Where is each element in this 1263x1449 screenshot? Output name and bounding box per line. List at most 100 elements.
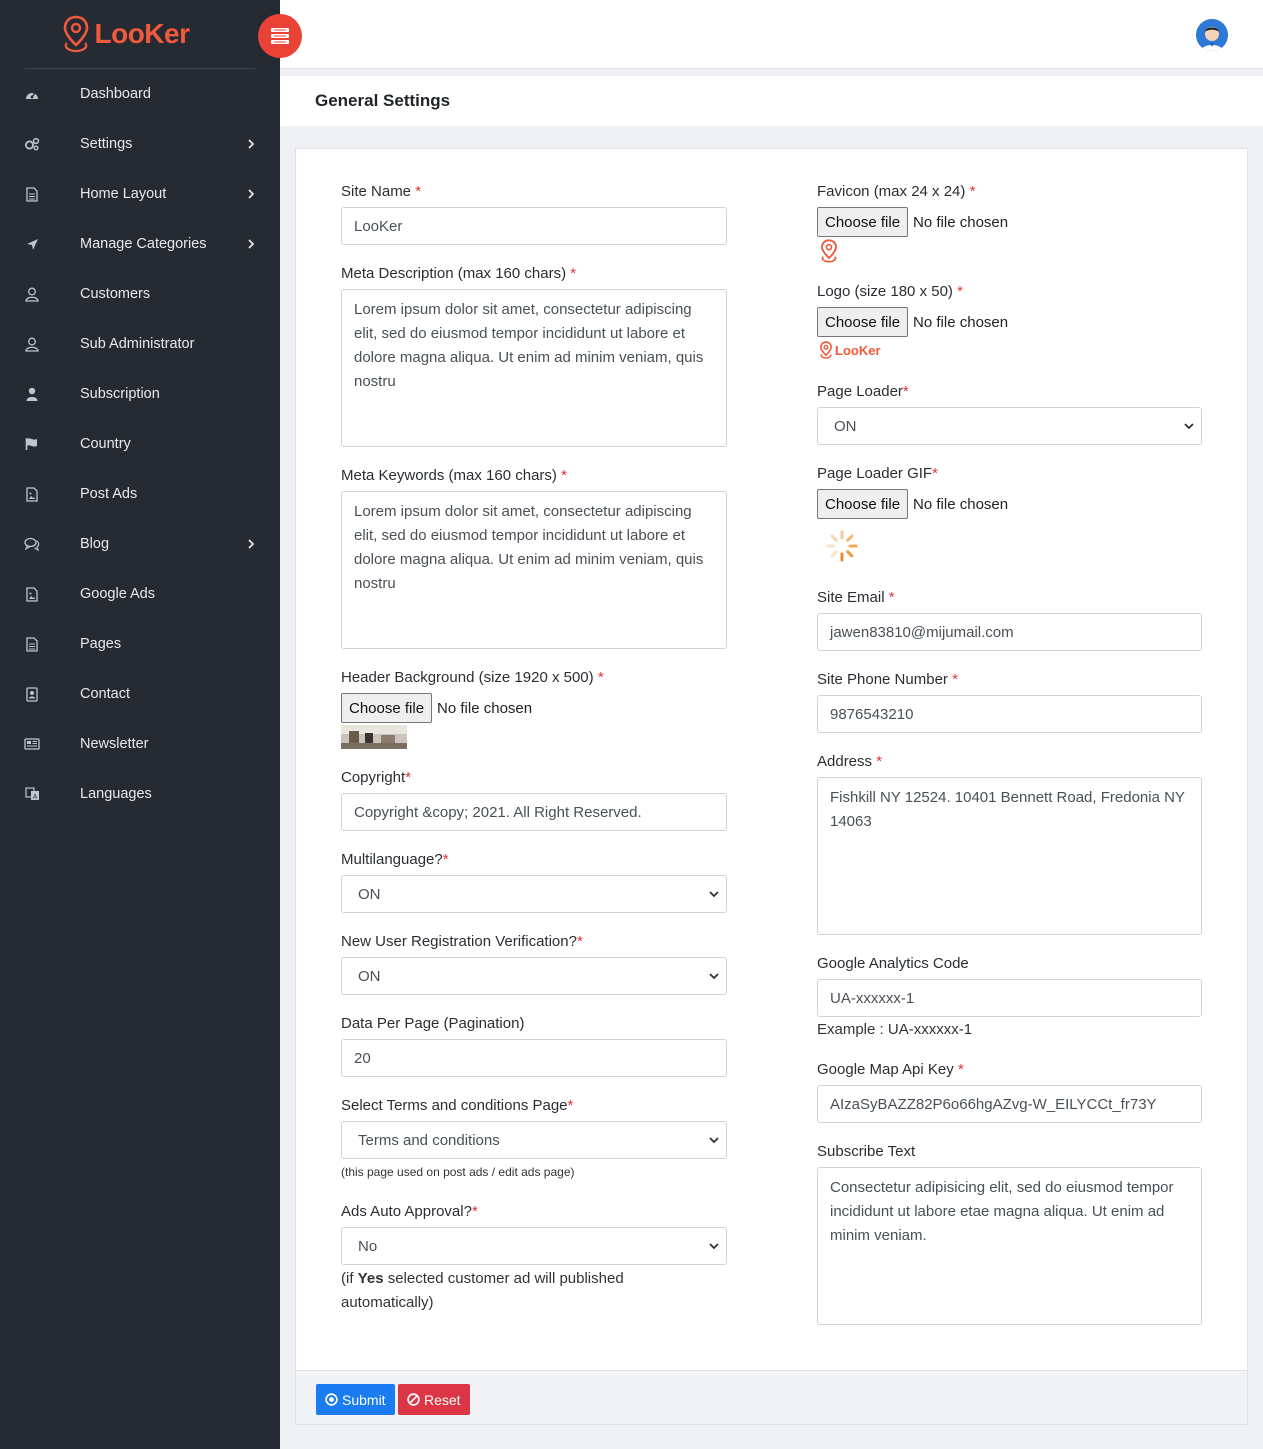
new-user-verification-label: New User Registration Verification? xyxy=(341,933,577,950)
general-settings-form: Site Name * LooKer Meta Description (max… xyxy=(295,148,1248,1425)
help-prefix: (if xyxy=(341,1270,358,1287)
meta-keywords-textarea[interactable]: Lorem ipsum dolor sit amet, consectetur … xyxy=(341,491,727,649)
location-arrow-icon xyxy=(24,236,40,252)
sidebar-item-contact[interactable]: Contact xyxy=(0,669,280,719)
sidebar-item-blog[interactable]: Blog xyxy=(0,519,280,569)
required-mark: * xyxy=(957,283,963,300)
terms-page-select[interactable]: Terms and conditions xyxy=(341,1121,727,1159)
site-email-input[interactable]: jawen83810@mijumail.com xyxy=(817,613,1202,651)
logo-field: Logo (size 180 x 50) * Choose file No fi… xyxy=(817,283,1202,367)
sidebar-item-settings[interactable]: Settings xyxy=(0,119,280,169)
meta-description-value: Lorem ipsum dolor sit amet, consectetur … xyxy=(354,301,704,390)
page-loader-value: ON xyxy=(834,417,857,435)
required-mark: * xyxy=(597,669,604,686)
user-icon xyxy=(24,286,40,302)
choose-file-button[interactable]: Choose file xyxy=(817,307,909,337)
meta-keywords-value: Lorem ipsum dolor sit amet, consectetur … xyxy=(354,503,704,592)
reset-button[interactable]: Reset xyxy=(398,1384,470,1415)
copyright-input[interactable]: Copyright &copy; 2021. All Right Reserve… xyxy=(341,793,727,831)
sidebar-nav: Dashboard Settings Home Layout Manage Categ… xyxy=(0,69,280,819)
sidebar-item-post-ads[interactable]: Post Ads xyxy=(0,469,280,519)
chevron-right-icon xyxy=(244,137,258,151)
multilanguage-select[interactable]: ON xyxy=(341,875,727,913)
terms-page-help-text: (this page used on post ads / edit ads p… xyxy=(341,1165,575,1179)
chevron-down-icon xyxy=(709,973,719,980)
sidebar-toggle-button[interactable] xyxy=(258,14,302,58)
google-analytics-help-text: Example : UA-xxxxxx-1 xyxy=(817,1021,973,1038)
required-mark: * xyxy=(415,183,422,200)
sidebar-item-label: Home Layout xyxy=(80,186,167,202)
required-mark: * xyxy=(471,1203,478,1220)
logo-label: Logo (size 180 x 50) xyxy=(817,283,953,300)
brand-logo[interactable]: LooKer xyxy=(61,15,190,53)
avatar-icon xyxy=(1196,19,1228,51)
brand[interactable]: LooKer xyxy=(0,0,280,68)
file-icon xyxy=(24,636,40,652)
sidebar-item-sub-administrator[interactable]: Sub Administrator xyxy=(0,319,280,369)
submit-button[interactable]: Submit xyxy=(316,1384,395,1415)
sidebar-item-country[interactable]: Country xyxy=(0,419,280,469)
user-avatar[interactable] xyxy=(1196,19,1228,51)
logo-file-input[interactable]: Choose file No file chosen xyxy=(817,307,1008,337)
gears-icon xyxy=(24,136,40,152)
sidebar-item-customers[interactable]: Customers xyxy=(0,269,280,319)
sidebar-item-subscription[interactable]: Subscription xyxy=(0,369,280,419)
required-mark: * xyxy=(567,1097,574,1114)
meta-description-textarea[interactable]: Lorem ipsum dolor sit amet, consectetur … xyxy=(341,289,727,447)
chevron-down-icon xyxy=(709,1137,719,1144)
copyright-label: Copyright xyxy=(341,769,406,786)
google-analytics-input[interactable]: UA-xxxxxx-1 xyxy=(817,979,1202,1017)
google-analytics-label: Google Analytics Code xyxy=(817,955,969,972)
subscribe-text-textarea[interactable]: Consectetur adipisicing elit, sed do eiu… xyxy=(817,1167,1202,1325)
header-background-file-input[interactable]: Choose file No file chosen xyxy=(341,693,532,723)
reset-label: Reset xyxy=(424,1391,461,1408)
sidebar-item-pages[interactable]: Pages xyxy=(0,619,280,669)
sidebar-item-dashboard[interactable]: Dashboard xyxy=(0,69,280,119)
choose-file-button[interactable]: Choose file xyxy=(341,693,433,723)
sidebar-item-label: Manage Categories xyxy=(80,236,207,252)
sidebar-item-newsletter[interactable]: Newsletter xyxy=(0,719,280,769)
favicon-file-input[interactable]: Choose file No file chosen xyxy=(817,207,1008,237)
site-phone-input[interactable]: 9876543210 xyxy=(817,695,1202,733)
favicon-preview-icon xyxy=(821,239,837,263)
required-mark: * xyxy=(902,383,909,400)
user-solid-icon xyxy=(24,386,40,402)
ads-auto-approval-select[interactable]: No xyxy=(341,1227,727,1265)
page-loader-gif-file-input[interactable]: Choose file No file chosen xyxy=(817,489,1008,519)
page-loader-select[interactable]: ON xyxy=(817,407,1202,445)
topbar xyxy=(258,0,1263,69)
location-pin-logo-icon xyxy=(820,341,832,359)
address-textarea[interactable]: Fishkill NY 12524. 10401 Bennett Road, F… xyxy=(817,777,1202,935)
file-icon xyxy=(24,186,40,202)
terms-page-value: Terms and conditions xyxy=(358,1131,500,1149)
sidebar: LooKer Dashboard Settings Home Layout Manag… xyxy=(0,0,280,1449)
sidebar-item-label: Sub Administrator xyxy=(80,336,195,352)
language-icon: A xyxy=(24,786,40,802)
required-mark: * xyxy=(957,1061,964,1078)
required-mark: * xyxy=(969,183,976,200)
sidebar-item-languages[interactable]: A Languages xyxy=(0,769,280,819)
choose-file-button[interactable]: Choose file xyxy=(817,489,909,519)
sidebar-item-label: Languages xyxy=(80,786,152,802)
site-name-value: LooKer xyxy=(354,217,403,235)
chevron-right-icon xyxy=(244,237,258,251)
choose-file-button[interactable]: Choose file xyxy=(817,207,909,237)
subscribe-text-value: Consectetur adipisicing elit, sed do eiu… xyxy=(830,1179,1174,1244)
sidebar-item-google-ads[interactable]: Google Ads xyxy=(0,569,280,619)
google-map-key-input[interactable]: AIzaSyBAZZ82P6o66hgAZvg-W_EILYCCt_fr73Y xyxy=(817,1085,1202,1123)
help-suffix: selected customer ad will published auto… xyxy=(341,1270,624,1311)
logo-preview: LooKer xyxy=(819,341,881,359)
site-name-input[interactable]: LooKer xyxy=(341,207,727,245)
sidebar-item-home-layout[interactable]: Home Layout xyxy=(0,169,280,219)
header-background-label: Header Background (size 1920 x 500) xyxy=(341,669,594,686)
copyright-value: Copyright &copy; 2021. All Right Reserve… xyxy=(354,803,642,821)
dashboard-icon xyxy=(24,86,40,102)
new-user-verification-select[interactable]: ON xyxy=(341,957,727,995)
sidebar-item-manage-categories[interactable]: Manage Categories xyxy=(0,219,280,269)
data-per-page-input[interactable]: 20 xyxy=(341,1039,727,1077)
submit-label: Submit xyxy=(342,1391,386,1408)
circle-dot-icon xyxy=(325,1393,338,1406)
multilanguage-value: ON xyxy=(358,885,381,903)
site-phone-value: 9876543210 xyxy=(830,705,914,723)
no-file-chosen-text: No file chosen xyxy=(437,699,533,717)
